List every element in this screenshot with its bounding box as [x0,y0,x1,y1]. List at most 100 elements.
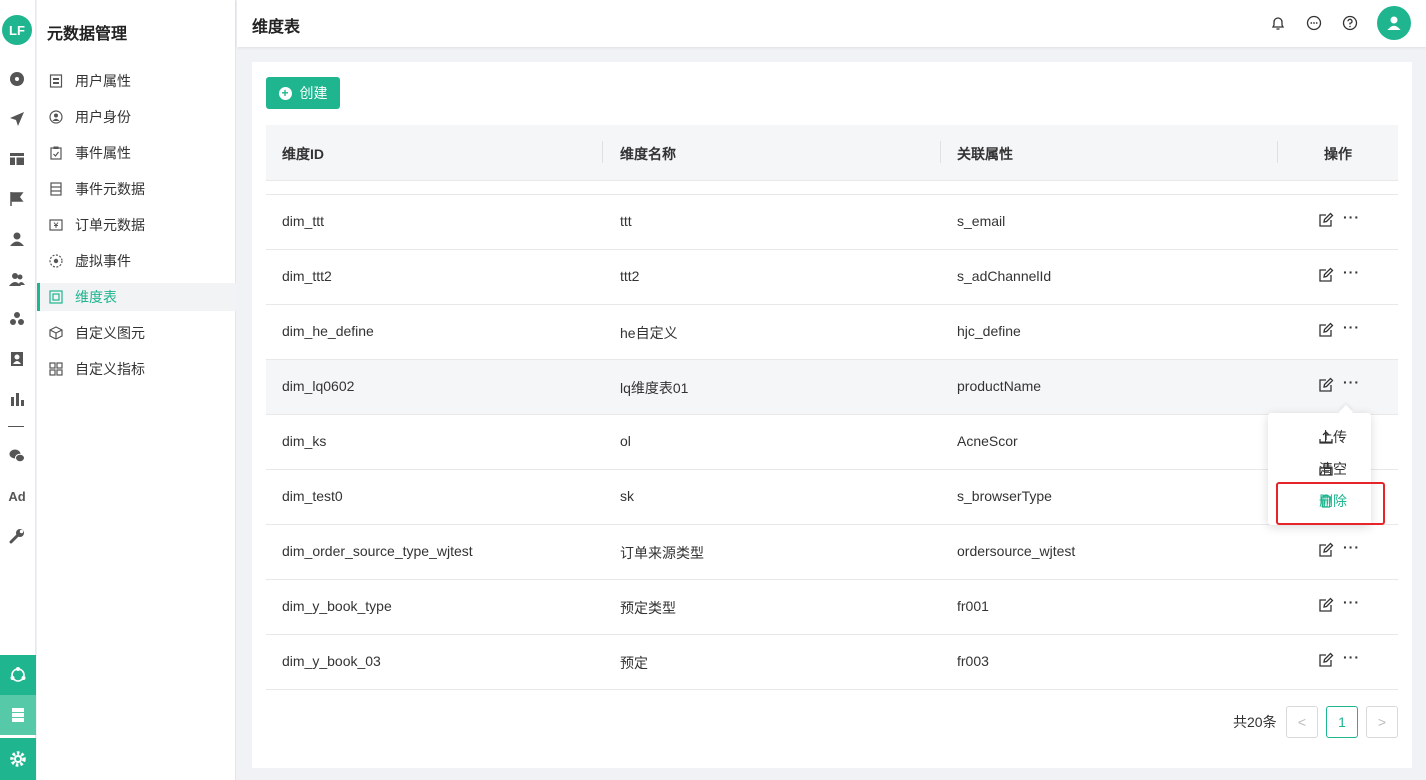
sidebar-item-user-attribute[interactable]: 用户属性 [37,67,236,95]
cell-attribute: productName [957,378,1042,394]
help-icon[interactable] [1340,13,1360,33]
cell-attribute: s_adChannelId [957,268,1052,284]
cluster-icon[interactable] [8,310,26,328]
more-icon[interactable]: ··· [1343,595,1361,613]
pagination-prev-button[interactable]: < [1286,706,1318,738]
cell-name: 预定类型 [620,600,676,616]
settings-gear-icon[interactable] [0,738,36,780]
rail-divider [8,426,24,427]
cell-id: dim_y_book_type [282,598,392,614]
column-header-attribute[interactable]: 关联属性 [957,144,1013,164]
more-icon[interactable]: ··· [1343,320,1361,338]
cell-id: dim_he_define [282,323,374,339]
table-row-hovered[interactable]: dim_lq0602 lq维度表01 productName ··· [266,359,1398,414]
metadata-menu: 元数据管理 用户属性 用户身份 事件属性 事件元数据 订单元数据 虚拟事件 维度… [37,0,236,780]
edit-icon[interactable] [1318,597,1334,613]
cell-name: ol [620,433,631,449]
cell-attribute: ordersource_wjtest [957,543,1076,559]
cell-attribute: hjc_define [957,323,1021,339]
table-row[interactable]: dim_order_source_type_wjtest 订单来源类型 orde… [266,524,1398,579]
cell-id: dim_ttt2 [282,268,332,284]
custom-metric-icon [49,362,63,376]
bar-chart-icon[interactable] [8,390,26,408]
sidebar-item-label: 用户属性 [75,73,131,89]
sidebar-item-event-metadata[interactable]: 事件元数据 [37,175,236,203]
pagination-next-button[interactable]: > [1366,706,1398,738]
delete-highlight-box [1276,482,1385,525]
cell-name: 预定 [620,655,648,671]
column-divider[interactable] [1277,141,1278,163]
dashboard-icon[interactable] [8,69,26,87]
bell-icon[interactable] [1268,13,1288,33]
clear-icon [1319,462,1333,476]
table-icon[interactable] [8,150,26,168]
flag-icon[interactable] [8,190,26,208]
sidebar-item-custom-metric[interactable]: 自定义指标 [37,355,236,383]
more-icon[interactable]: ··· [1343,650,1361,668]
column-header-id[interactable]: 维度ID [282,144,324,164]
table-row[interactable]: dim_test0 sk s_browserType [266,469,1398,524]
top-header: 维度表 [237,0,1426,47]
column-header-actions: 操作 [1324,146,1352,162]
create-button-label: 创建 [299,85,328,101]
sidebar-item-order-metadata[interactable]: 订单元数据 [37,211,236,239]
menu-item-upload[interactable]: 上传 [1268,422,1371,452]
sidebar-item-custom-primitive[interactable]: 自定义图元 [37,319,236,347]
table-row[interactable]: dim_y_book_type 预定类型 fr001 ··· [266,579,1398,634]
sidebar-item-event-attribute[interactable]: 事件属性 [37,139,236,167]
more-icon[interactable]: ··· [1343,375,1361,393]
column-divider[interactable] [602,141,603,163]
wrench-icon[interactable] [8,527,26,545]
cell-id: dim_ks [282,433,327,449]
column-header-name[interactable]: 维度名称 [620,144,676,164]
edit-icon[interactable] [1318,377,1334,393]
app-logo[interactable]: LF [2,15,32,45]
user-identity-icon [49,110,63,124]
more-icon[interactable]: ··· [1343,265,1361,283]
create-button[interactable]: + 创建 [266,77,340,109]
cell-id: dim_ttt [282,213,325,229]
sidebar-item-virtual-event[interactable]: 虚拟事件 [37,247,236,275]
table-row[interactable]: dim_ttt ttt s_email ··· [266,194,1398,249]
cell-attribute: fr001 [957,598,989,614]
table-row[interactable]: dim_ttt2 ttt2 s_adChannelId ··· [266,249,1398,304]
cell-name: sk [620,488,634,504]
wechat-icon[interactable] [8,447,26,465]
metadata-server-icon[interactable] [0,695,36,735]
custom-primitive-icon [49,326,63,340]
ad-icon[interactable]: Ad [8,487,26,505]
cell-attribute: fr003 [957,653,989,669]
edit-icon[interactable] [1318,267,1334,283]
sidebar-item-dimension-table[interactable]: 维度表 [37,283,236,311]
table-row[interactable]: dim_y_book_03 预定 fr003 ··· [266,634,1398,689]
cell-id: dim_lq0602 [282,378,355,394]
content-card: + 创建 维度ID 维度名称 关联属性 操作 dim_ttt ttt s_ema… [252,62,1412,768]
avatar[interactable] [1377,6,1411,40]
more-icon[interactable]: ··· [1343,210,1361,228]
cell-id: dim_order_source_type_wjtest [282,543,473,559]
pagination-page-1[interactable]: 1 [1326,706,1358,738]
column-divider[interactable] [940,141,941,163]
cell-name: he自定义 [620,325,678,341]
edit-icon[interactable] [1318,542,1334,558]
more-icon[interactable]: ··· [1343,540,1361,558]
table-header: 维度ID 维度名称 关联属性 操作 [266,125,1398,180]
edit-icon[interactable] [1318,652,1334,668]
person-icon[interactable] [8,230,26,248]
cell-attribute: AcneScor [957,433,1018,449]
sidebar-item-user-identity[interactable]: 用户身份 [37,103,236,131]
table-row[interactable]: dim_ks ol AcneScor [266,414,1398,469]
dimension-table-icon [49,290,63,304]
menu-item-clear[interactable]: 清空 [1268,454,1371,484]
send-icon[interactable] [8,110,26,128]
network-icon[interactable] [0,655,36,695]
cell-id: dim_test0 [282,488,343,504]
table-row[interactable]: dim_he_define he自定义 hjc_define ··· [266,304,1398,359]
edit-icon[interactable] [1318,322,1334,338]
group-icon[interactable] [8,270,26,288]
cell-name: ttt [620,213,632,229]
cell-attribute: s_browserType [957,488,1052,504]
chat-icon[interactable] [1304,13,1324,33]
profile-card-icon[interactable] [8,350,26,368]
edit-icon[interactable] [1318,212,1334,228]
